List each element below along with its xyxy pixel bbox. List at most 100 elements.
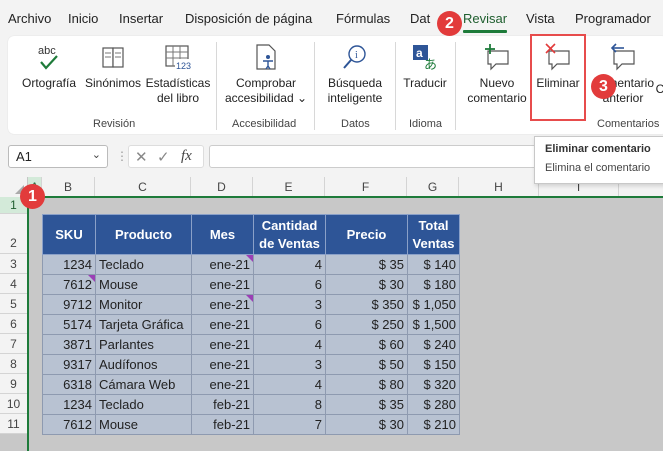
- menu-programador[interactable]: Programador: [575, 11, 651, 26]
- comprobar-accesibilidad-button[interactable]: Comprobar accesibilidad ⌄: [223, 42, 309, 106]
- cell-precio[interactable]: $ 30: [325, 414, 408, 435]
- cell-sku[interactable]: 5174: [42, 314, 96, 335]
- cell-cantidad[interactable]: 4: [253, 374, 326, 395]
- cell-mes[interactable]: ene-21: [191, 354, 254, 375]
- fx-icon[interactable]: fx: [181, 148, 192, 165]
- cell-total[interactable]: $ 150: [407, 354, 460, 375]
- menu-insertar[interactable]: Insertar: [119, 11, 163, 26]
- cell-sku[interactable]: 3871: [42, 334, 96, 355]
- col-header-h[interactable]: H: [459, 177, 539, 197]
- cell-producto[interactable]: Tarjeta Gráfica: [95, 314, 192, 335]
- cell-total[interactable]: $ 140: [407, 254, 460, 275]
- header-cantidad[interactable]: Cantidad de Ventas: [253, 214, 326, 255]
- enter-icon[interactable]: ✓: [157, 148, 170, 166]
- cell-precio[interactable]: $ 350: [325, 294, 408, 315]
- row-header-5[interactable]: 5: [0, 294, 28, 314]
- cell-sku[interactable]: 7612: [42, 414, 96, 435]
- col-header-b[interactable]: B: [42, 177, 95, 197]
- col-header-c[interactable]: C: [95, 177, 191, 197]
- cell-cantidad[interactable]: 4: [253, 334, 326, 355]
- estadisticas-button[interactable]: 123 Estadísticas del libro: [145, 42, 211, 106]
- chevron-down-icon[interactable]: ⌄: [92, 148, 101, 161]
- cell-producto[interactable]: Cámara Web: [95, 374, 192, 395]
- cell-sku[interactable]: 9712: [42, 294, 96, 315]
- cell-mes[interactable]: ene-21: [191, 274, 254, 295]
- cell-cantidad[interactable]: 8: [253, 394, 326, 415]
- cell-producto[interactable]: Mouse: [95, 414, 192, 435]
- row-header-10[interactable]: 10: [0, 394, 28, 414]
- cell-total[interactable]: $ 1,500: [407, 314, 460, 335]
- cell-precio[interactable]: $ 30: [325, 274, 408, 295]
- cell-cantidad[interactable]: 3: [253, 294, 326, 315]
- row-header-4[interactable]: 4: [0, 274, 28, 294]
- cell-producto[interactable]: Mouse: [95, 274, 192, 295]
- cell-precio[interactable]: $ 60: [325, 334, 408, 355]
- col-header-e[interactable]: E: [253, 177, 325, 197]
- cell-total[interactable]: $ 280: [407, 394, 460, 415]
- cell-total[interactable]: $ 320: [407, 374, 460, 395]
- row-header-8[interactable]: 8: [0, 354, 28, 374]
- cell-cantidad[interactable]: 4: [253, 254, 326, 275]
- col-header-d[interactable]: D: [191, 177, 253, 197]
- cell-precio[interactable]: $ 250: [325, 314, 408, 335]
- cell-precio[interactable]: $ 80: [325, 374, 408, 395]
- cell-total[interactable]: $ 1,050: [407, 294, 460, 315]
- header-precio[interactable]: Precio: [325, 214, 408, 255]
- cell-mes[interactable]: feb-21: [191, 414, 254, 435]
- cell-precio[interactable]: $ 50: [325, 354, 408, 375]
- row-header-2[interactable]: 2: [0, 214, 28, 254]
- cell-producto[interactable]: Teclado: [95, 254, 192, 275]
- cell-mes[interactable]: ene-21: [191, 314, 254, 335]
- cell-sku[interactable]: 6318: [42, 374, 96, 395]
- cell-total[interactable]: $ 210: [407, 414, 460, 435]
- cell-total[interactable]: $ 180: [407, 274, 460, 295]
- cell-sku[interactable]: 1234: [42, 254, 96, 275]
- cell-producto[interactable]: Monitor: [95, 294, 192, 315]
- cell-mes[interactable]: ene-21: [191, 374, 254, 395]
- ortografia-button[interactable]: abc Ortografía: [20, 42, 78, 91]
- header-mes[interactable]: Mes: [191, 214, 254, 255]
- cell-producto[interactable]: Parlantes: [95, 334, 192, 355]
- cell-producto[interactable]: Teclado: [95, 394, 192, 415]
- next-comment-button-partial[interactable]: C: [654, 82, 663, 97]
- menu-archivo[interactable]: Archivo: [8, 11, 51, 26]
- menu-vista[interactable]: Vista: [526, 11, 555, 26]
- busqueda-inteligente-button[interactable]: i Búsqueda inteligente: [322, 42, 388, 106]
- row-header-11[interactable]: 11: [0, 414, 28, 434]
- row-header-3[interactable]: 3: [0, 254, 28, 274]
- cell-producto[interactable]: Audífonos: [95, 354, 192, 375]
- col-header-f[interactable]: F: [325, 177, 407, 197]
- formula-input[interactable]: [209, 145, 539, 168]
- row-header-9[interactable]: 9: [0, 374, 28, 394]
- cell-sku[interactable]: 7612: [42, 274, 96, 295]
- cell-cantidad[interactable]: 6: [253, 314, 326, 335]
- menu-disposicion[interactable]: Disposición de página: [185, 11, 312, 26]
- cell-mes[interactable]: ene-21: [191, 294, 254, 315]
- cell-mes[interactable]: ene-21: [191, 334, 254, 355]
- more-options-icon[interactable]: ⋮: [116, 149, 128, 163]
- col-header-g[interactable]: G: [407, 177, 459, 197]
- header-total[interactable]: Total Ventas: [407, 214, 460, 255]
- cell-cantidad[interactable]: 3: [253, 354, 326, 375]
- cell-cantidad[interactable]: 7: [253, 414, 326, 435]
- row-header-6[interactable]: 6: [0, 314, 28, 334]
- cell-total[interactable]: $ 240: [407, 334, 460, 355]
- menu-revisar[interactable]: Revisar: [463, 11, 508, 33]
- row-header-7[interactable]: 7: [0, 334, 28, 354]
- cell-sku[interactable]: 9317: [42, 354, 96, 375]
- cell-precio[interactable]: $ 35: [325, 254, 408, 275]
- header-producto[interactable]: Producto: [95, 214, 192, 255]
- header-sku[interactable]: SKU: [42, 214, 96, 255]
- cell-mes[interactable]: ene-21: [191, 254, 254, 275]
- traducir-button[interactable]: a あ Traducir: [400, 42, 450, 91]
- nuevo-comentario-button[interactable]: Nuevo comentario: [463, 42, 531, 106]
- cell-mes[interactable]: feb-21: [191, 394, 254, 415]
- name-box[interactable]: A1 ⌄: [8, 145, 108, 168]
- cell-sku[interactable]: 1234: [42, 394, 96, 415]
- cell-precio[interactable]: $ 35: [325, 394, 408, 415]
- sinonimos-button[interactable]: Sinónimos: [83, 42, 143, 91]
- menu-formulas[interactable]: Fórmulas: [336, 11, 390, 26]
- cell-cantidad[interactable]: 6: [253, 274, 326, 295]
- cancel-icon[interactable]: ✕: [135, 148, 148, 166]
- menu-inicio[interactable]: Inicio: [68, 11, 98, 26]
